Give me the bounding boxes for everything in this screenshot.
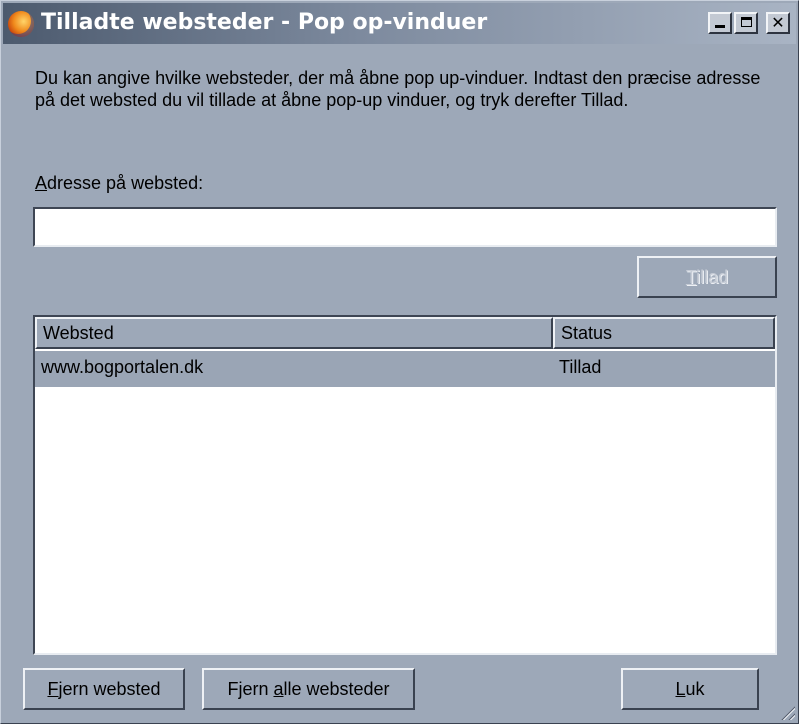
window-title: Tilladte websteder - Pop op-vinduer: [41, 10, 488, 35]
list-row[interactable]: www.bogportalen.dk Tillad: [35, 351, 775, 387]
dialog-window: Tilladte websteder - Pop op-vinduer ✕ Du…: [0, 0, 799, 724]
row-site: www.bogportalen.dk: [41, 357, 204, 377]
minimize-button[interactable]: [708, 12, 732, 34]
resize-grip-icon[interactable]: [779, 704, 795, 720]
column-header-status[interactable]: Status: [553, 317, 775, 349]
maximize-icon: [740, 17, 752, 27]
remove-site-button[interactable]: Fjern websted: [23, 668, 185, 710]
minimize-icon: [715, 25, 725, 28]
maximize-button[interactable]: [734, 12, 758, 34]
remove-accel: F: [47, 679, 59, 699]
allow-button-accel: T: [685, 267, 697, 287]
allow-button[interactable]: Tillad: [637, 256, 777, 298]
row-status: Tillad: [559, 357, 602, 377]
close-window-button[interactable]: ✕: [766, 12, 790, 34]
remove-rest: jern websted: [58, 679, 161, 699]
address-input[interactable]: [33, 207, 777, 247]
address-label-accel: A: [35, 173, 48, 193]
remove-all-sites-button[interactable]: Fjern alle websteder: [202, 668, 415, 710]
remove-all-rest: lle websteder: [283, 679, 390, 699]
address-label-rest: dresse på websted:: [47, 173, 204, 193]
close-button[interactable]: Luk: [621, 668, 759, 710]
remove-all-accel: a: [273, 679, 284, 699]
firefox-icon: [8, 11, 34, 37]
description-text: Du kan angive hvilke websteder, der må å…: [35, 68, 761, 110]
address-label: Adresse på websted:: [35, 173, 203, 194]
list-header: Websted Status: [35, 317, 775, 349]
remove-all-pre: Fjern: [227, 679, 274, 699]
title-bar[interactable]: Tilladte websteder - Pop op-vinduer ✕: [3, 3, 796, 44]
sites-list[interactable]: Websted Status www.bogportalen.dk Tillad: [33, 315, 777, 655]
close-accel: L: [675, 679, 686, 699]
close-rest: uk: [685, 679, 705, 699]
close-icon: ✕: [771, 13, 785, 32]
column-header-websted[interactable]: Websted: [35, 317, 553, 349]
allow-button-rest: illad: [696, 267, 729, 287]
